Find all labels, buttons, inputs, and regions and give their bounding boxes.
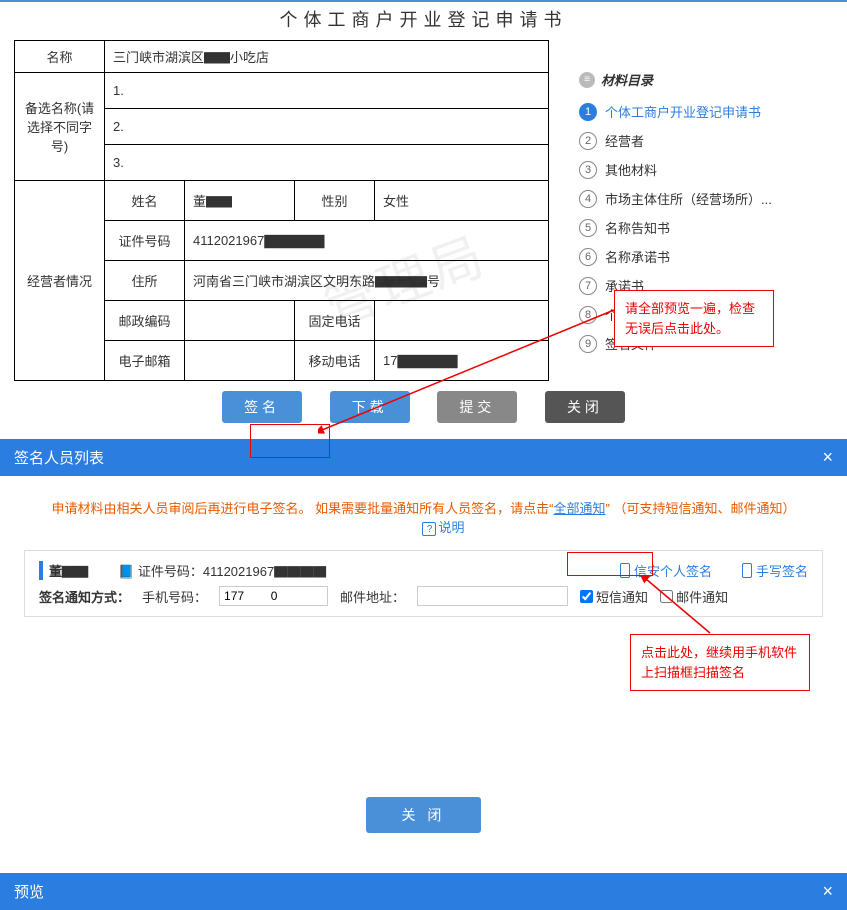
close-panel-button[interactable]: 关 闭 [366,797,482,833]
toc-num-badge: 2 [579,132,597,150]
operator-section-label: 经营者情况 [15,181,105,381]
toc-title-text: 材料目录 [601,70,653,89]
toc-num-badge: 4 [579,190,597,208]
toc-num-badge: 6 [579,248,597,266]
fld-email: 电子邮箱 [105,341,185,381]
sign-list-title: 签名人员列表 [14,447,104,468]
fld-zip: 邮政编码 [105,301,185,341]
alt-name-2: 2. [105,109,549,145]
action-button-row: 签名 下载 提交 关闭 [0,381,847,439]
toc-item-label: 市场主体住所（经营场所）... [605,189,772,208]
email-input[interactable] [417,586,568,606]
toc-num-badge: 3 [579,161,597,179]
submit-button[interactable]: 提交 [437,391,517,423]
handwrite-sign-link[interactable]: 手写签名 [742,561,808,580]
close-sign-panel-icon[interactable]: × [822,447,833,468]
toc-num-badge: 5 [579,219,597,237]
toc-item-label: 个体工商户开业登记申请书 [605,102,761,121]
toc-item-label: 名称告知书 [605,218,670,237]
toc-num-badge: 7 [579,277,597,295]
val-name: 董▇▇ [185,181,295,221]
toc-item[interactable]: 5 名称告知书 [579,213,779,242]
signer-id: 📘 证件号码：4112021967▇▇▇▇ [118,561,326,580]
toc-item[interactable]: 3 其他材料 [579,155,779,184]
val-mobile: 17▇▇▇▇▇▇ [375,341,549,381]
toc-item[interactable]: 6 名称承诺书 [579,242,779,271]
field-altname-label: 备选名称(请选择不同字号) [15,73,105,181]
fld-tel: 固定电话 [295,301,375,341]
help-icon: ? [422,522,436,536]
list-icon: ≡ [579,72,595,88]
toc-item[interactable]: 2 经营者 [579,126,779,155]
alt-name-3: 3. [105,145,549,181]
sign-button[interactable]: 签名 [222,391,302,423]
close-preview-icon[interactable]: × [822,881,833,902]
alt-name-1: 1. [105,73,549,109]
field-name-value: 三门峡市湖滨区▇▇小吃店 [105,41,549,73]
val-id: 4112021967▇▇▇▇▇▇ [185,221,549,261]
phone-icon [742,563,752,578]
signer-name: 董▇▇ [39,561,88,580]
callout-preview-hint: 请全部预览一遍，检查无误后点击此处。 [614,290,774,347]
phone-input[interactable] [219,586,328,606]
fld-addr: 住所 [105,261,185,301]
sms-notify-checkbox[interactable]: 短信通知 [580,587,648,606]
val-addr: 河南省三门峡市湖滨区文明东路▇▇▇▇号 [185,261,549,301]
phone-icon [620,563,630,578]
toc-num-badge: 9 [579,335,597,353]
notify-method-label: 签名通知方式： [39,587,130,606]
toc-item[interactable]: 4 市场主体住所（经营场所）... [579,184,779,213]
application-form-table: 名称 三门峡市湖滨区▇▇小吃店 备选名称(请选择不同字号) 1. 2. 3. 经… [14,40,549,381]
sign-hint-text: 申请材料由相关人员审阅后再进行电子签名。 如果需要批量通知所有人员签名，请点击“… [24,498,823,536]
download-button[interactable]: 下载 [330,391,410,423]
toc-item-label: 经营者 [605,131,644,150]
preview-header: 预览 × [0,873,847,910]
toc-item-label: 名称承诺书 [605,247,670,266]
fld-name: 姓名 [105,181,185,221]
toc-num-badge: 1 [579,103,597,121]
fld-gender: 性别 [295,181,375,221]
preview-title: 预览 [14,881,44,902]
xinan-sign-link[interactable]: 信安个人签名 [620,561,712,580]
toc-num-badge: 8 [579,306,597,324]
close-button[interactable]: 关闭 [545,391,625,423]
field-name-label: 名称 [15,41,105,73]
signer-card: 董▇▇ 📘 证件号码：4112021967▇▇▇▇ 信安个人签名 手写签名 签名… [24,550,823,617]
email-label: 邮件地址： [340,587,405,606]
callout-scan-hint: 点击此处，继续用手机软件上扫描框扫描签名 [630,634,810,691]
notify-all-link[interactable]: 全部通知 [553,501,605,516]
val-gender: 女性 [375,181,549,221]
toc-item[interactable]: 1 个体工商户开业登记申请书 [579,97,779,126]
sign-list-header: 签名人员列表 × [0,439,847,476]
fld-mobile: 移动电话 [295,341,375,381]
phone-label: 手机号码： [142,587,207,606]
fld-id: 证件号码 [105,221,185,261]
toc-item-label: 其他材料 [605,160,657,179]
mail-notify-checkbox[interactable]: 邮件通知 [660,587,728,606]
help-link[interactable]: ?说明 [422,520,464,535]
page-title: 个体工商户开业登记申请书 [0,0,847,40]
